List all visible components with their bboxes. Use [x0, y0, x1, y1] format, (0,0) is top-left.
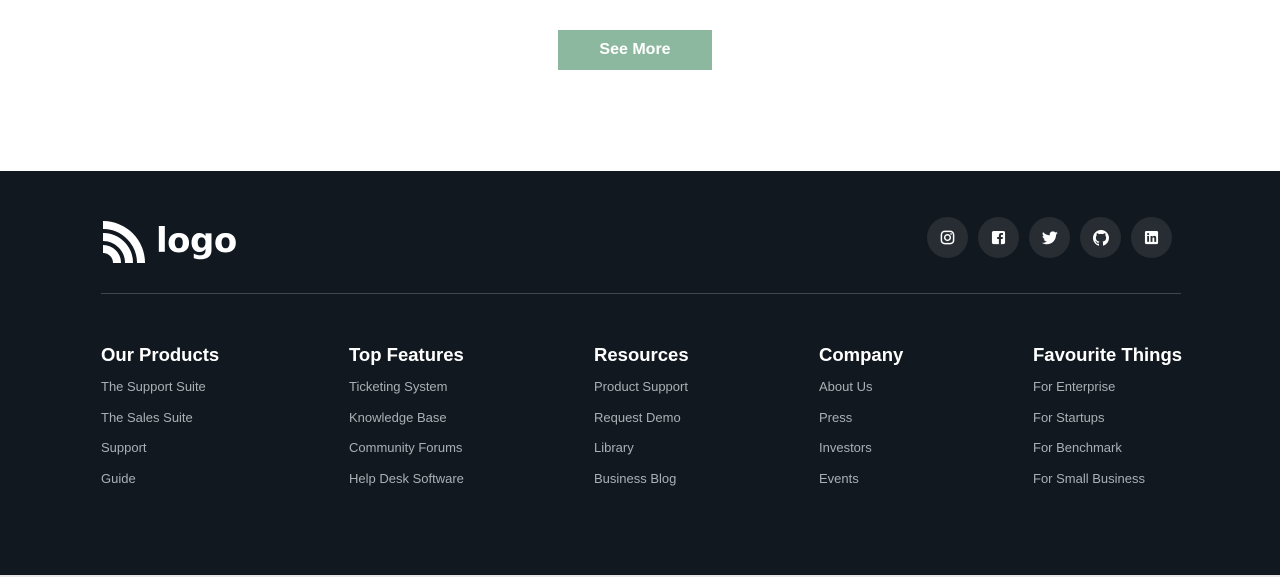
- facebook-icon: [991, 230, 1006, 245]
- list-item: Help Desk Software: [349, 471, 464, 502]
- footer-link[interactable]: For Startups: [1033, 410, 1105, 425]
- footer-link[interactable]: About Us: [819, 379, 872, 394]
- twitter-icon: [1041, 230, 1058, 244]
- footer-link[interactable]: Request Demo: [594, 410, 681, 425]
- linkedin-link[interactable]: [1131, 217, 1172, 258]
- list-item: Guide: [101, 471, 219, 502]
- list-item: Request Demo: [594, 410, 689, 441]
- footer-link[interactable]: For Small Business: [1033, 471, 1145, 486]
- column-title: Top Features: [349, 344, 464, 365]
- list-item: Events: [819, 471, 903, 502]
- social-links: [927, 217, 1172, 258]
- footer-link[interactable]: Library: [594, 440, 634, 455]
- twitter-link[interactable]: [1029, 217, 1070, 258]
- footer-link[interactable]: Help Desk Software: [349, 471, 464, 486]
- list-item: Community Forums: [349, 440, 464, 471]
- footer-link[interactable]: Product Support: [594, 379, 688, 394]
- footer-link[interactable]: Community Forums: [349, 440, 462, 455]
- list-item: Press: [819, 410, 903, 441]
- github-link[interactable]: [1080, 217, 1121, 258]
- column-title: Favourite Things: [1033, 344, 1183, 365]
- instagram-link[interactable]: [927, 217, 968, 258]
- content-section: See More: [0, 0, 1280, 171]
- github-icon: [1092, 229, 1109, 246]
- site-footer: logo Our Products The Support Suite The …: [0, 171, 1280, 577]
- footer-link[interactable]: For Benchmark: [1033, 440, 1122, 455]
- footer-link[interactable]: Investors: [819, 440, 872, 455]
- list-item: Support: [101, 440, 219, 471]
- footer-link[interactable]: The Support Suite: [101, 379, 206, 394]
- footer-link[interactable]: Guide: [101, 471, 136, 486]
- list-item: For Startups: [1033, 410, 1182, 441]
- footer-column-our-products: Our Products The Support Suite The Sales…: [101, 344, 219, 501]
- list-item: For Small Business: [1033, 471, 1182, 502]
- footer-link[interactable]: Ticketing System: [349, 379, 448, 394]
- footer-link[interactable]: For Enterprise: [1033, 379, 1115, 394]
- footer-divider: [101, 293, 1181, 294]
- list-item: Knowledge Base: [349, 410, 464, 441]
- footer-link[interactable]: Press: [819, 410, 852, 425]
- footer-link[interactable]: Support: [101, 440, 147, 455]
- logo-mark-icon: [102, 221, 145, 264]
- list-item: For Enterprise: [1033, 379, 1182, 410]
- list-item: The Support Suite: [101, 379, 219, 410]
- list-item: Ticketing System: [349, 379, 464, 410]
- list-item: The Sales Suite: [101, 410, 219, 441]
- footer-column-favourite-things: Favourite Things For Enterprise For Star…: [1033, 344, 1182, 501]
- footer-column-top-features: Top Features Ticketing System Knowledge …: [349, 344, 464, 501]
- list-item: Product Support: [594, 379, 689, 410]
- list-item: Investors: [819, 440, 903, 471]
- column-title: Our Products: [101, 344, 220, 365]
- instagram-icon: [940, 230, 955, 245]
- column-title: Company: [819, 344, 904, 365]
- list-item: Library: [594, 440, 689, 471]
- footer-link[interactable]: The Sales Suite: [101, 410, 193, 425]
- footer-logo[interactable]: logo: [101, 221, 237, 265]
- linkedin-icon: [1144, 230, 1159, 245]
- list-item: Business Blog: [594, 471, 689, 502]
- facebook-link[interactable]: [978, 217, 1019, 258]
- footer-link[interactable]: Business Blog: [594, 471, 676, 486]
- footer-link[interactable]: Events: [819, 471, 859, 486]
- see-more-button[interactable]: See More: [558, 30, 712, 70]
- list-item: For Benchmark: [1033, 440, 1182, 471]
- footer-column-company: Company About Us Press Investors Events: [819, 344, 903, 501]
- list-item: About Us: [819, 379, 903, 410]
- footer-column-resources: Resources Product Support Request Demo L…: [594, 344, 689, 501]
- column-title: Resources: [594, 344, 689, 365]
- footer-link[interactable]: Knowledge Base: [349, 410, 447, 425]
- logo-text: logo: [156, 221, 237, 261]
